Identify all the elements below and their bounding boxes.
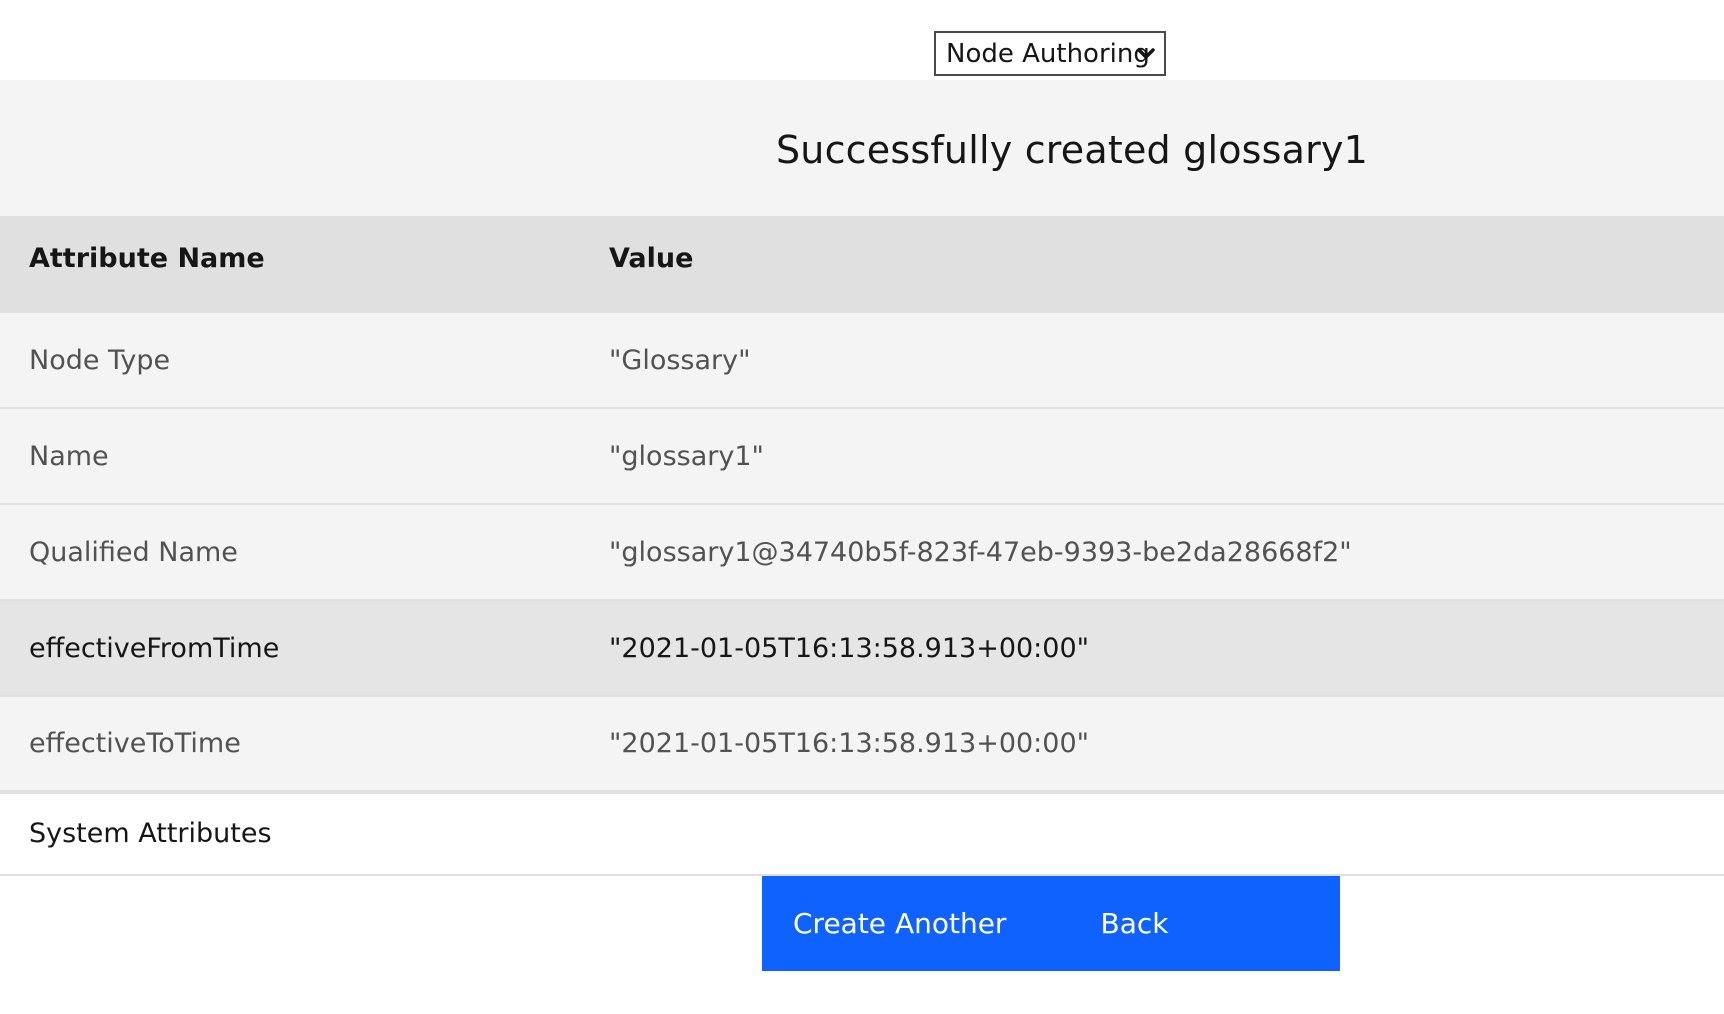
attribute-name-cell: Qualified Name [0, 503, 580, 600]
action-bar: Create Another Back [0, 876, 1724, 996]
success-notice: Successfully created glossary1 [0, 80, 1724, 216]
chevron-down-icon [1137, 48, 1155, 59]
attribute-value-cell: "2021-01-05T16:13:58.913+00:00" [580, 599, 1724, 696]
attribute-name-cell: Name [0, 407, 580, 504]
attribute-value-cell: "glossary1" [580, 407, 1724, 504]
attribute-value-cell: "2021-01-05T16:13:58.913+00:00" [580, 695, 1724, 794]
success-message: Successfully created glossary1 [775, 128, 1369, 172]
attribute-value-cell: "Glossary" [580, 311, 1724, 408]
table-row: Qualified Name "glossary1@34740b5f-823f-… [0, 503, 1724, 600]
attribute-name-cell: effectiveFromTime [0, 599, 580, 696]
mode-select-value: Node Authoring [946, 38, 1150, 69]
system-attributes-label: System Attributes [29, 818, 272, 849]
top-bar: Node Authoring [0, 0, 1724, 80]
mode-select[interactable]: Node Authoring [934, 31, 1166, 76]
table-row: effectiveToTime "2021-01-05T16:13:58.913… [0, 695, 1724, 794]
back-button[interactable]: Back [1033, 876, 1341, 971]
column-header-value[interactable]: Value [580, 216, 1724, 312]
table-header-row: Attribute Name Value [0, 216, 1724, 312]
table-row: Node Type "Glossary" [0, 311, 1724, 408]
attribute-name-cell: Node Type [0, 311, 580, 408]
attribute-name-cell: effectiveToTime [0, 695, 580, 794]
table-row: effectiveFromTime "2021-01-05T16:13:58.9… [0, 599, 1724, 696]
system-attributes-toggle[interactable]: System Attributes [0, 794, 1724, 876]
attributes-table: Attribute Name Value Node Type "Glossary… [0, 216, 1724, 794]
create-another-button[interactable]: Create Another [762, 876, 1033, 971]
attribute-value-cell: "glossary1@34740b5f-823f-47eb-9393-be2da… [580, 503, 1724, 600]
column-header-attribute-name[interactable]: Attribute Name [0, 216, 580, 312]
table-row: Name "glossary1" [0, 407, 1724, 504]
button-group: Create Another Back [762, 876, 1340, 971]
